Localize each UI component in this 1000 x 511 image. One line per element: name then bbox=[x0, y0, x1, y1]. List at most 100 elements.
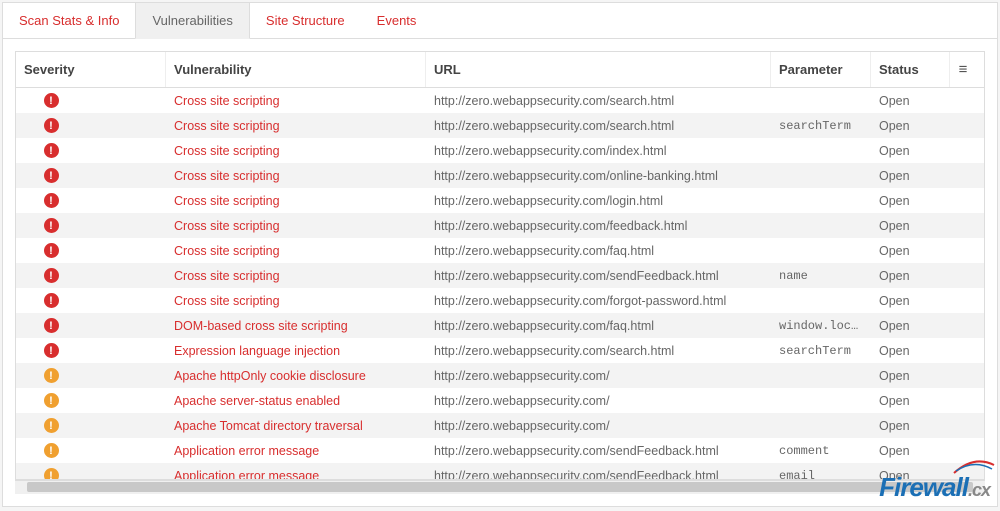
col-header-status[interactable]: Status bbox=[871, 52, 950, 87]
cell-parameter: searchTerm bbox=[771, 114, 871, 138]
severity-high-icon: ! bbox=[44, 243, 59, 258]
severity-medium-icon: ! bbox=[44, 443, 59, 458]
cell-parameter bbox=[771, 221, 871, 231]
cell-url: http://zero.webappsecurity.com/ bbox=[426, 389, 771, 413]
content-area: Severity Vulnerability URL Parameter Sta… bbox=[3, 39, 997, 506]
tab-events[interactable]: Events bbox=[361, 3, 433, 38]
cell-status: Open bbox=[871, 414, 984, 438]
table-row[interactable]: !Cross site scriptinghttp://zero.webapps… bbox=[16, 288, 984, 313]
cell-parameter: comment bbox=[771, 439, 871, 463]
col-header-parameter[interactable]: Parameter bbox=[771, 52, 871, 87]
cell-severity: ! bbox=[16, 213, 166, 238]
hamburger-icon: ≡ bbox=[959, 61, 968, 78]
table-row[interactable]: ! Apache httpOnly cookie disclosurehttp:/… bbox=[16, 363, 984, 388]
cell-vulnerability[interactable]: Apache Tomcat directory traversal bbox=[166, 414, 426, 438]
cell-url: http://zero.webappsecurity.com/sendFeedb… bbox=[426, 464, 771, 480]
col-header-vulnerability[interactable]: Vulnerability bbox=[166, 52, 426, 87]
cell-url: http://zero.webappsecurity.com/sendFeedb… bbox=[426, 439, 771, 463]
cell-url: http://zero.webappsecurity.com/faq.html bbox=[426, 239, 771, 263]
scrollbar-thumb[interactable] bbox=[27, 482, 973, 492]
cell-vulnerability[interactable]: Application error message bbox=[166, 464, 426, 480]
cell-parameter bbox=[771, 246, 871, 256]
cell-url: http://zero.webappsecurity.com/faq.html bbox=[426, 314, 771, 338]
severity-high-icon: ! bbox=[44, 268, 59, 283]
cell-vulnerability[interactable]: DOM-based cross site scripting bbox=[166, 314, 426, 338]
table-row[interactable]: !Cross site scriptinghttp://zero.webapps… bbox=[16, 263, 984, 288]
cell-parameter bbox=[771, 96, 871, 106]
cell-vulnerability[interactable]: Cross site scripting bbox=[166, 164, 426, 188]
cell-status: Open bbox=[871, 389, 984, 413]
cell-status: Open bbox=[871, 89, 984, 113]
table-row[interactable]: ! Cross site scriptinghttp://zero.webapps… bbox=[16, 188, 984, 213]
cell-severity: ! bbox=[16, 438, 166, 463]
cell-url: http://zero.webappsecurity.com/forgot-pa… bbox=[426, 289, 771, 313]
table-row[interactable]: ! DOM-based cross site scriptinghttp://ze… bbox=[16, 313, 984, 338]
tab-vulnerabilities[interactable]: Vulnerabilities bbox=[135, 3, 249, 39]
cell-status: Open bbox=[871, 139, 984, 163]
scan-panel: Scan Stats & InfoVulnerabilitiesSite Str… bbox=[2, 2, 998, 507]
cell-parameter bbox=[771, 171, 871, 181]
table-row[interactable]: !Cross site scriptinghttp://zero.webapps… bbox=[16, 138, 984, 163]
cell-parameter: window.location bbox=[771, 314, 871, 338]
cell-vulnerability[interactable]: Cross site scripting bbox=[166, 289, 426, 313]
cell-parameter bbox=[771, 396, 871, 406]
table-row[interactable]: !Application error messagehttp://zero.we… bbox=[16, 463, 984, 479]
cell-vulnerability[interactable]: Cross site scripting bbox=[166, 239, 426, 263]
tab-site-structure[interactable]: Site Structure bbox=[250, 3, 361, 38]
cell-url: http://zero.webappsecurity.com/online-ba… bbox=[426, 164, 771, 188]
col-header-severity[interactable]: Severity bbox=[16, 52, 166, 87]
cell-vulnerability[interactable]: Cross site scripting bbox=[166, 114, 426, 138]
cell-status: Open bbox=[871, 214, 984, 238]
table-row[interactable]: ! Application error messagehttp://zero.we… bbox=[16, 438, 984, 463]
table-row[interactable]: !Cross site scriptinghttp://zero.webapps… bbox=[16, 113, 984, 138]
cell-url: http://zero.webappsecurity.com/login.htm… bbox=[426, 189, 771, 213]
table-row[interactable]: ! Apache server-status enabledhttp://zero… bbox=[16, 388, 984, 413]
cell-parameter: email bbox=[771, 464, 871, 480]
cell-severity: ! bbox=[16, 138, 166, 163]
table-row[interactable]: ! Cross site scriptinghttp://zero.webapps… bbox=[16, 238, 984, 263]
severity-medium-icon: ! bbox=[44, 418, 59, 433]
cell-status: Open bbox=[871, 464, 984, 480]
table-row[interactable]: !Cross site scriptinghttp://zero.webapps… bbox=[16, 213, 984, 238]
severity-high-icon: ! bbox=[44, 218, 59, 233]
col-header-url[interactable]: URL bbox=[426, 52, 771, 87]
horizontal-scrollbar[interactable] bbox=[15, 480, 985, 494]
cell-url: http://zero.webappsecurity.com/ bbox=[426, 364, 771, 388]
table-row[interactable]: !Cross site scriptinghttp://zero.webapps… bbox=[16, 163, 984, 188]
cell-vulnerability[interactable]: Cross site scripting bbox=[166, 89, 426, 113]
cell-severity: ! bbox=[16, 188, 166, 213]
cell-parameter bbox=[771, 421, 871, 431]
severity-high-icon: ! bbox=[44, 93, 59, 108]
cell-severity: ! bbox=[16, 338, 166, 363]
cell-vulnerability[interactable]: Cross site scripting bbox=[166, 139, 426, 163]
tab-scan-stats-info[interactable]: Scan Stats & Info bbox=[3, 3, 135, 38]
cell-status: Open bbox=[871, 114, 984, 138]
cell-vulnerability[interactable]: Cross site scripting bbox=[166, 189, 426, 213]
cell-vulnerability[interactable]: Application error message bbox=[166, 439, 426, 463]
cell-vulnerability[interactable]: Cross site scripting bbox=[166, 264, 426, 288]
table-body[interactable]: !Cross site scriptinghttp://zero.webapps… bbox=[16, 88, 984, 479]
cell-status: Open bbox=[871, 189, 984, 213]
severity-high-icon: ! bbox=[44, 318, 59, 333]
severity-medium-icon: ! bbox=[44, 368, 59, 383]
cell-vulnerability[interactable]: Expression language injection bbox=[166, 339, 426, 363]
table-row[interactable]: !Apache Tomcat directory traversalhttp:/… bbox=[16, 413, 984, 438]
table-row[interactable]: !Expression language injectionhttp://zer… bbox=[16, 338, 984, 363]
cell-status: Open bbox=[871, 314, 984, 338]
cell-parameter: name bbox=[771, 264, 871, 288]
cell-status: Open bbox=[871, 289, 984, 313]
cell-severity: ! bbox=[16, 163, 166, 188]
table-menu-button[interactable]: ≡ bbox=[950, 52, 976, 87]
severity-medium-icon: ! bbox=[44, 393, 59, 408]
severity-high-icon: ! bbox=[44, 193, 59, 208]
cell-vulnerability[interactable]: Apache server-status enabled bbox=[166, 389, 426, 413]
cell-parameter bbox=[771, 196, 871, 206]
cell-status: Open bbox=[871, 439, 984, 463]
cell-status: Open bbox=[871, 264, 984, 288]
cell-severity: ! bbox=[16, 313, 166, 338]
cell-vulnerability[interactable]: Apache httpOnly cookie disclosure bbox=[166, 364, 426, 388]
cell-status: Open bbox=[871, 239, 984, 263]
table-row[interactable]: !Cross site scriptinghttp://zero.webapps… bbox=[16, 88, 984, 113]
cell-severity: ! bbox=[16, 413, 166, 438]
cell-vulnerability[interactable]: Cross site scripting bbox=[166, 214, 426, 238]
